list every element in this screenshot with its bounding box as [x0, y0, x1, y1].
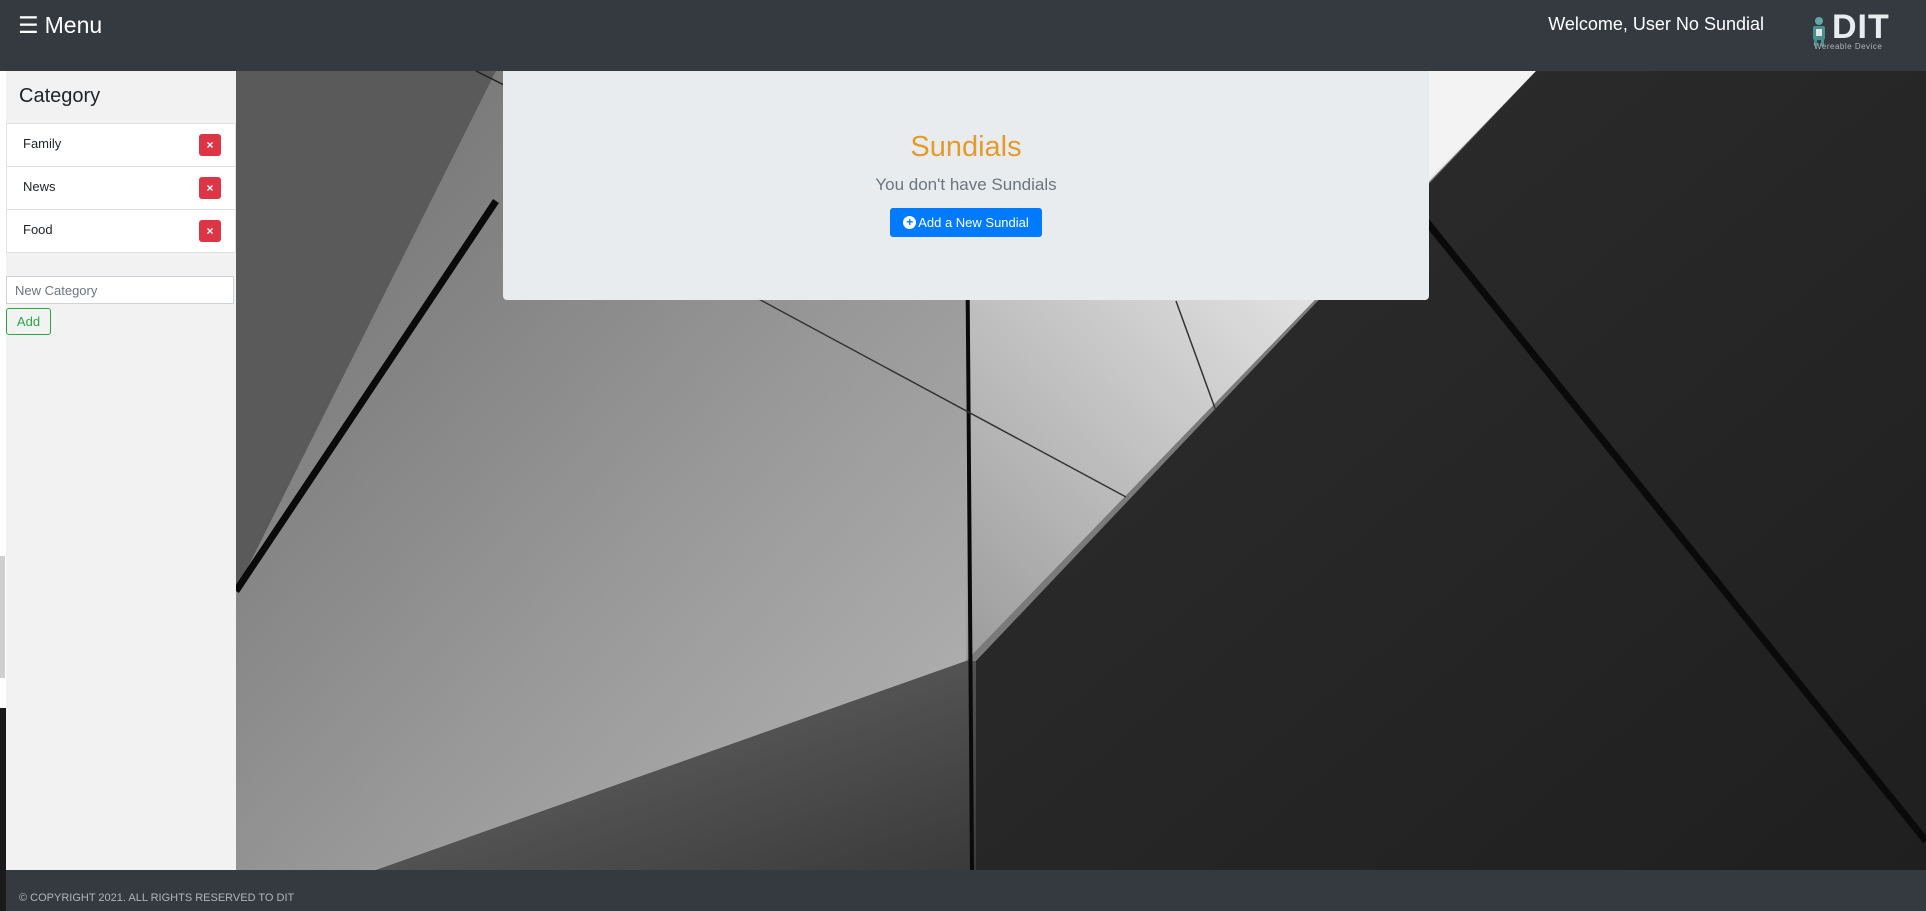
sidebar-title: Category [19, 85, 101, 107]
category-list: Family × News × Food × [6, 123, 236, 253]
sidebar-edge-dark [0, 708, 6, 870]
add-category-button[interactable]: Add [6, 308, 51, 335]
category-sidebar: Category Family × News × Food × Add [0, 71, 236, 870]
close-icon: × [206, 138, 214, 152]
category-label: News [23, 179, 56, 194]
sidebar-edge-shade [0, 556, 5, 678]
menu-toggle-button[interactable]: ☰ Menu [18, 12, 102, 39]
menu-label: Menu [44, 12, 103, 38]
dit-logo: DIT Wereable Device [1808, 8, 1896, 54]
add-sundial-label: Add a New Sundial [918, 215, 1029, 230]
category-item-food[interactable]: Food × [6, 209, 236, 253]
page-footer: © COPYRIGHT 2021. ALL RIGHTS RESERVED TO… [0, 870, 1926, 911]
delete-category-button[interactable]: × [199, 134, 221, 156]
close-icon: × [206, 181, 214, 195]
delete-category-button[interactable]: × [199, 220, 221, 242]
hamburger-icon: ☰ [18, 12, 39, 39]
page-title: Sundials [910, 131, 1022, 163]
close-icon: × [206, 224, 214, 238]
empty-state-message: You don't have Sundials [875, 175, 1057, 194]
category-label: Family [23, 136, 62, 151]
sundials-card: Sundials You don't have Sundials + Add a… [503, 71, 1429, 300]
category-item-family[interactable]: Family × [6, 123, 236, 166]
add-sundial-button[interactable]: + Add a New Sundial [890, 208, 1042, 237]
delete-category-button[interactable]: × [199, 177, 221, 199]
plus-circle-icon: + [903, 216, 917, 229]
welcome-message: Welcome, User No Sundial [1548, 14, 1764, 34]
top-navbar: ☰ Menu Welcome, User No Sundial DIT Were… [0, 0, 1926, 71]
logo-tagline: Wereable Device [1814, 42, 1883, 51]
new-category-input[interactable] [6, 276, 234, 304]
footer-edge [0, 870, 6, 911]
category-item-news[interactable]: News × [6, 166, 236, 209]
category-label: Food [23, 222, 53, 237]
copyright-text: © COPYRIGHT 2021. ALL RIGHTS RESERVED TO… [19, 892, 295, 904]
